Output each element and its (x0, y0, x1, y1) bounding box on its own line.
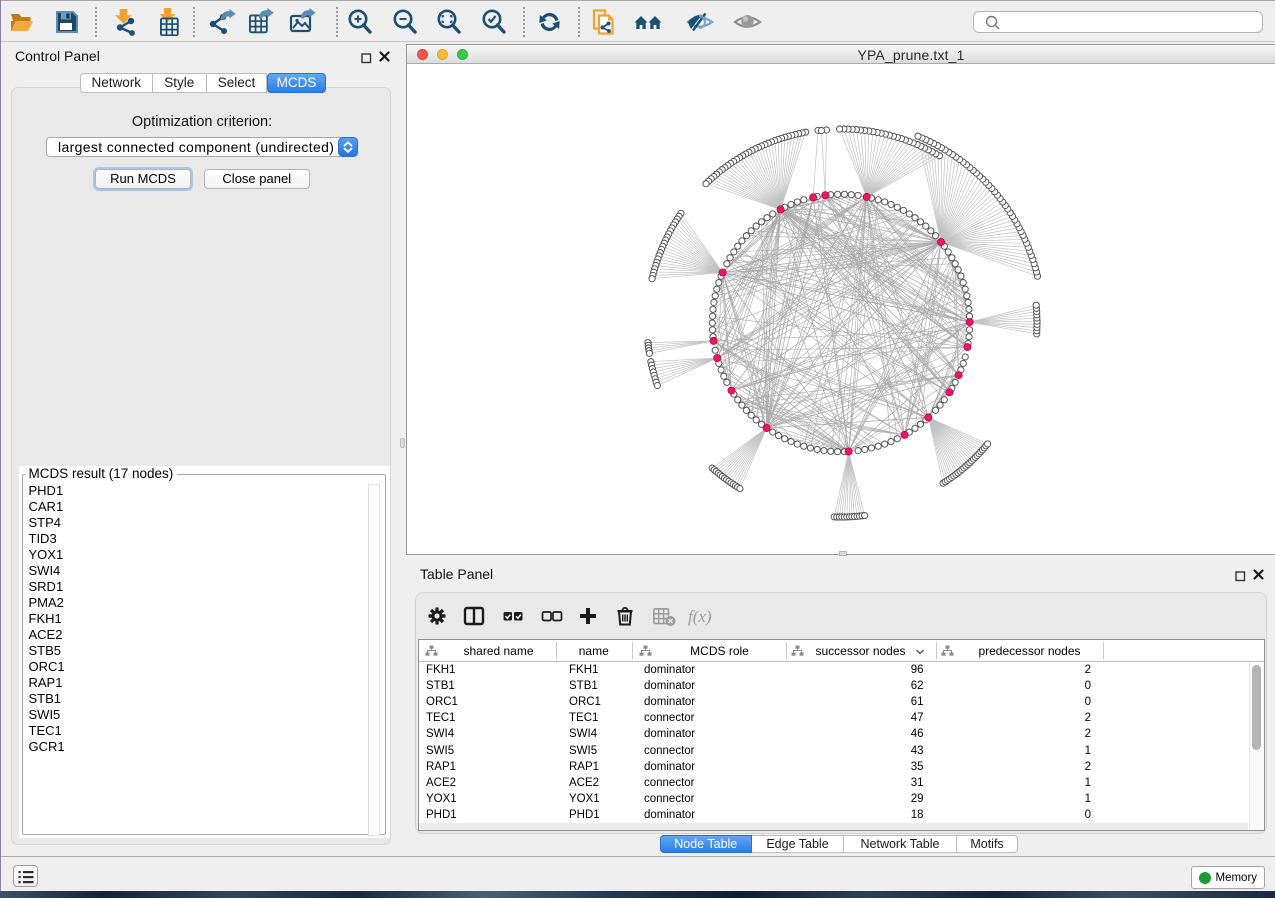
svg-text:f(x): f(x) (688, 607, 712, 626)
